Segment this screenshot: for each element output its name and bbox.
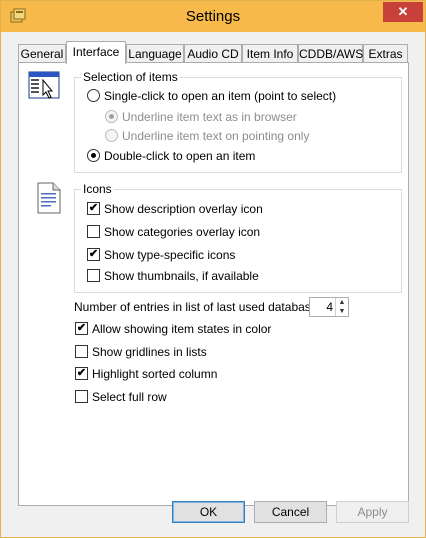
item-states-color-label: Allow showing item states in color <box>92 322 272 336</box>
tab-audio-cd[interactable]: Audio CD <box>184 44 242 63</box>
radio-indicator[interactable] <box>105 110 118 123</box>
description-overlay-label: Show description overlay icon <box>104 202 263 216</box>
thumbnails-label: Show thumbnails, if available <box>104 269 259 283</box>
interface-panel: Selection of items Single-click to open … <box>18 62 409 506</box>
gridlines-label: Show gridlines in lists <box>92 345 207 359</box>
last-used-stepper[interactable]: 4 ▲ ▼ <box>309 297 349 317</box>
checkbox-indicator[interactable] <box>75 345 88 358</box>
type-specific-icons-label: Show type-specific icons <box>104 248 236 262</box>
stepper-buttons: ▲ ▼ <box>335 298 348 316</box>
dialog-client: General Interface Language Audio CD Item… <box>8 32 418 532</box>
checkbox-indicator[interactable] <box>87 225 100 238</box>
last-used-label: Number of entries in list of last used d… <box>74 300 327 314</box>
checkbox-indicator[interactable] <box>87 269 100 282</box>
ok-button[interactable]: OK <box>172 501 245 523</box>
checkbox-indicator[interactable]: ✔ <box>87 202 100 215</box>
radio-indicator[interactable] <box>105 129 118 142</box>
icons-group-title: Icons <box>81 182 114 196</box>
window-cursor-icon <box>28 71 60 102</box>
selection-group: Selection of items Single-click to open … <box>74 70 402 173</box>
close-icon: ✕ <box>397 4 409 19</box>
radio-indicator[interactable] <box>87 149 100 162</box>
stepper-down-icon[interactable]: ▼ <box>336 307 348 316</box>
single-click-label: Single-click to open an item (point to s… <box>104 89 337 103</box>
tab-cddb-aws[interactable]: CDDB/AWS <box>298 44 363 63</box>
radio-indicator[interactable] <box>87 89 100 102</box>
title-bar[interactable]: Settings ✕ <box>1 1 425 32</box>
checkbox-indicator[interactable]: ✔ <box>75 367 88 380</box>
checkbox-indicator[interactable]: ✔ <box>87 248 100 261</box>
window-title: Settings <box>185 8 241 25</box>
tab-extras[interactable]: Extras <box>363 44 408 63</box>
checkbox-indicator[interactable]: ✔ <box>75 322 88 335</box>
icons-group: Icons ✔ Show description overlay icon Sh… <box>74 182 402 293</box>
last-used-value[interactable]: 4 <box>312 299 333 315</box>
tab-language[interactable]: Language <box>126 44 184 63</box>
tab-interface[interactable]: Interface <box>66 41 126 64</box>
underline-browser-label: Underline item text as in browser <box>122 110 297 124</box>
close-button[interactable]: ✕ <box>383 2 423 22</box>
highlight-sorted-label: Highlight sorted column <box>92 367 218 381</box>
document-icon <box>34 182 62 217</box>
select-full-row-label: Select full row <box>92 390 167 404</box>
tab-general[interactable]: General <box>18 44 66 63</box>
tab-item-info[interactable]: Item Info <box>242 44 298 63</box>
underline-pointing-label: Underline item text on pointing only <box>122 129 310 143</box>
categories-overlay-label: Show categories overlay icon <box>104 225 261 239</box>
selection-group-title: Selection of items <box>81 70 180 84</box>
apply-button[interactable]: Apply <box>336 501 409 523</box>
settings-window: Settings ✕ General Interface Language Au… <box>0 0 426 538</box>
cancel-button[interactable]: Cancel <box>254 501 327 523</box>
stepper-up-icon[interactable]: ▲ <box>336 298 348 307</box>
double-click-label: Double-click to open an item <box>104 149 256 163</box>
checkbox-indicator[interactable] <box>75 390 88 403</box>
